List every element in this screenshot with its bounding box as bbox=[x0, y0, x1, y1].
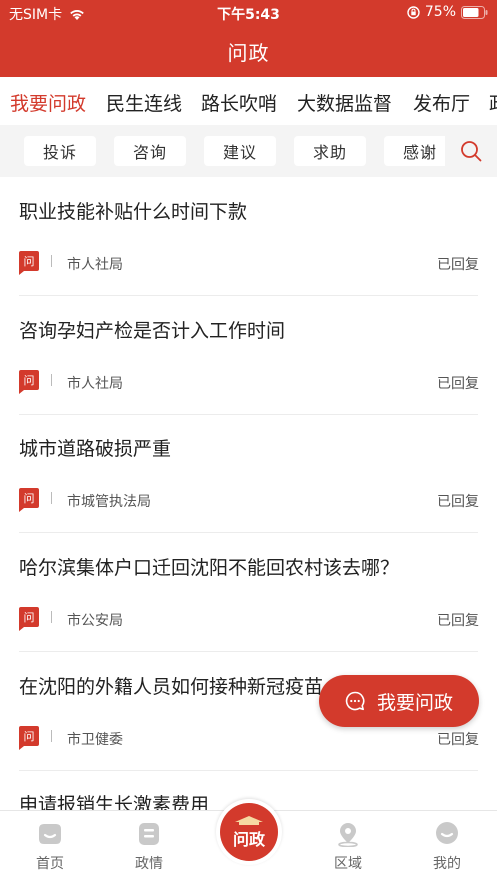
tab-lu-zhang-chui-shao[interactable]: 路长吹哨 bbox=[201, 89, 277, 116]
search-icon bbox=[461, 141, 482, 162]
question-badge: 问 bbox=[19, 726, 39, 750]
reply-status: 已回复 bbox=[437, 732, 479, 748]
orientation-lock-icon bbox=[407, 5, 420, 19]
chip-inquiry[interactable]: 咨询 bbox=[114, 136, 186, 166]
question-badge: 问 bbox=[19, 370, 39, 394]
app-header: 无SIM卡 下午5:43 75% 问政 bbox=[0, 0, 497, 77]
department-label: 市人社局 bbox=[67, 257, 123, 273]
tab-da-shu-ju-jian-du[interactable]: 大数据监督 bbox=[297, 89, 392, 116]
department-label: 市人社局 bbox=[67, 376, 123, 392]
document-icon bbox=[139, 823, 159, 845]
tab-wo-yao-wen-zheng[interactable]: 我要问政 bbox=[10, 89, 86, 116]
chip-help[interactable]: 求助 bbox=[294, 136, 366, 166]
tab-fa-bu-ting[interactable]: 发布厅 bbox=[413, 89, 470, 116]
question-title: 哈尔滨集体户口迁回沈阳不能回农村该去哪？ bbox=[19, 557, 400, 579]
location-pin-icon bbox=[338, 823, 358, 847]
list-item[interactable]: 城市道路破损严重 问 市城管执法局 已回复 bbox=[0, 414, 497, 533]
reply-status: 已回复 bbox=[437, 257, 479, 273]
tab-affairs-label: 政情 bbox=[135, 856, 163, 872]
home-icon bbox=[39, 824, 61, 844]
tab-center-wenzheng[interactable]: 问政 bbox=[216, 799, 282, 865]
meta-divider bbox=[51, 255, 52, 267]
reply-status: 已回复 bbox=[437, 376, 479, 392]
tab-min-sheng-lian-xian[interactable]: 民生连线 bbox=[106, 89, 182, 116]
list-item[interactable]: 咨询孕妇产检是否计入工作时间 问 市人社局 已回复 bbox=[0, 296, 497, 415]
battery-percent: 75% bbox=[424, 4, 456, 20]
department-label: 市公安局 bbox=[67, 613, 123, 629]
pavilion-icon bbox=[235, 815, 263, 825]
bottom-tab-bar: 首页 政情 问政 区域 我的 bbox=[0, 799, 497, 883]
question-title: 在沈阳的外籍人员如何接种新冠疫苗 bbox=[19, 676, 324, 698]
question-badge: 问 bbox=[19, 607, 39, 631]
user-icon bbox=[436, 822, 458, 844]
search-button[interactable] bbox=[445, 125, 497, 177]
department-label: 市卫健委 bbox=[67, 732, 123, 748]
center-badge: 问政 bbox=[220, 803, 278, 861]
question-title: 城市道路破损严重 bbox=[19, 438, 172, 460]
meta-divider bbox=[51, 492, 52, 504]
department-label: 市城管执法局 bbox=[67, 494, 151, 510]
meta-divider bbox=[51, 374, 52, 386]
tab-region[interactable]: 区域 bbox=[318, 821, 378, 873]
reply-status: 已回复 bbox=[437, 613, 479, 629]
tab-home-label: 首页 bbox=[36, 856, 64, 872]
tab-region-label: 区域 bbox=[334, 856, 362, 872]
question-badge: 问 bbox=[19, 488, 39, 512]
category-tabs: 我要问政 民生连线 路长吹哨 大数据监督 发布厅 政 bbox=[0, 77, 497, 125]
chip-complaint[interactable]: 投诉 bbox=[24, 136, 96, 166]
tab-home[interactable]: 首页 bbox=[20, 821, 80, 873]
center-tab-label: 问政 bbox=[232, 829, 265, 849]
chip-suggestion[interactable]: 建议 bbox=[204, 136, 276, 166]
list-item[interactable]: 职业技能补贴什么时间下款 问 市人社局 已回复 bbox=[0, 177, 497, 296]
page-title: 问政 bbox=[227, 41, 270, 65]
question-badge: 问 bbox=[19, 251, 39, 275]
question-title: 咨询孕妇产检是否计入工作时间 bbox=[19, 320, 286, 342]
question-title: 职业技能补贴什么时间下款 bbox=[19, 201, 248, 223]
meta-divider bbox=[51, 611, 52, 623]
battery-icon bbox=[461, 5, 488, 19]
tab-mine-label: 我的 bbox=[433, 856, 461, 872]
reply-status: 已回复 bbox=[437, 494, 479, 510]
tab-mine[interactable]: 我的 bbox=[417, 821, 477, 873]
tab-truncated[interactable]: 政 bbox=[489, 89, 497, 116]
tab-affairs[interactable]: 政情 bbox=[119, 821, 179, 873]
status-bar: 无SIM卡 下午5:43 75% bbox=[0, 0, 497, 26]
ask-question-button[interactable]: 我要问政 bbox=[319, 675, 479, 727]
ask-question-label: 我要问政 bbox=[376, 691, 453, 714]
meta-divider bbox=[51, 730, 52, 742]
chat-bubble-icon bbox=[345, 691, 365, 711]
sub-filter-bar: 投诉 咨询 建议 求助 感谢 bbox=[0, 125, 497, 177]
list-item[interactable]: 哈尔滨集体户口迁回沈阳不能回农村该去哪？ 问 市公安局 已回复 bbox=[0, 533, 497, 652]
status-right-group: 75% bbox=[407, 4, 488, 20]
